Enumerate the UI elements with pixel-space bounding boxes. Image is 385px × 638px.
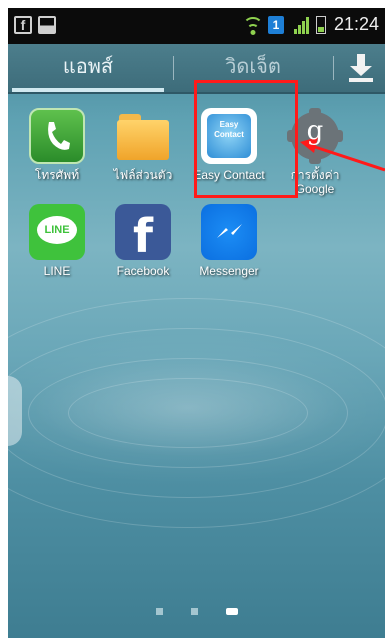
app-label: LINE [43, 264, 71, 278]
app-facebook[interactable]: f Facebook [100, 204, 186, 278]
tab-apps[interactable]: แอพส์ [8, 44, 168, 92]
phone-icon [29, 108, 85, 164]
status-time: 21:24 [333, 14, 379, 34]
image-notification-icon [38, 16, 56, 34]
edge-panel-handle[interactable] [8, 376, 22, 446]
app-label: ไฟล์ส่วนตัว [113, 168, 173, 182]
app-label: Messenger [199, 264, 259, 278]
app-label: โทรศัพท์ [34, 168, 80, 182]
page-dot-active[interactable] [225, 608, 238, 615]
tab-divider [333, 56, 334, 80]
line-icon: LINE [29, 204, 85, 260]
facebook-icon: f [115, 204, 171, 263]
page-indicator [8, 608, 385, 615]
app-my-files[interactable]: ไฟล์ส่วนตัว [100, 108, 186, 182]
app-line[interactable]: LINE LINE [14, 204, 100, 278]
highlight-box [194, 80, 298, 198]
status-bar: f 1 21:24 [8, 8, 385, 44]
tab-divider [173, 56, 174, 80]
wifi-icon [242, 15, 264, 35]
app-label: Facebook [116, 264, 170, 278]
messenger-icon [201, 204, 257, 260]
app-messenger[interactable]: Messenger [186, 204, 272, 278]
page-dot[interactable] [155, 608, 163, 615]
battery-icon [315, 15, 326, 34]
facebook-notification-icon: f [14, 16, 32, 34]
folder-icon [115, 108, 171, 164]
page-dot[interactable] [190, 608, 198, 615]
notification-count-badge: 1 [267, 15, 284, 34]
app-phone[interactable]: โทรศัพท์ [14, 108, 100, 182]
download-icon[interactable] [347, 54, 375, 84]
signal-strength-icon [293, 16, 309, 34]
